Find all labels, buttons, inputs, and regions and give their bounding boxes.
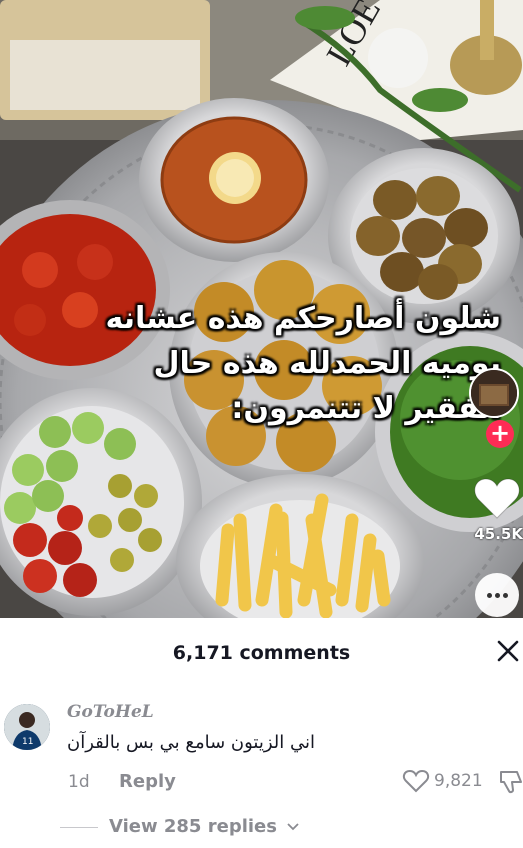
svg-text:11: 11 [22,737,33,747]
chevron-down-icon [287,823,299,831]
heart-icon[interactable] [473,476,521,520]
comments-sheet: 6,171 comments 11 GoToHeL اني الزيتون سا… [0,618,523,848]
video-caption-overlay: شلون أصارحكم هذه عشانه يوميه الحمدلله هذ… [11,296,501,431]
dislike-icon[interactable] [497,768,523,796]
caption-line: يوميه الحمدلله هذه حال [153,346,502,381]
view-replies-button[interactable]: View 285 replies [109,816,299,837]
creator-avatar[interactable] [469,368,519,418]
tiktok-screen: LOEW شلون أصارحكم هذه عشانه يوميه الحمدل… [0,0,523,848]
action-rail: + 45.5K [463,0,523,618]
more-icon[interactable] [475,573,519,617]
comment-time: 1d [68,772,90,792]
video-player[interactable]: LOEW شلون أصارحكم هذه عشانه يوميه الحمدل… [0,0,523,618]
replies-divider [60,827,98,828]
comment-text: اني الزيتون سامع بي بس بالقرآن [67,732,315,753]
commenter-avatar-image: 11 [4,704,50,750]
like-count: 45.5K [474,525,523,543]
creator-avatar-image [471,370,517,416]
reply-button[interactable]: Reply [119,771,176,792]
comments-count-title: 6,171 comments [172,642,351,664]
view-replies-label: View 285 replies [109,816,277,837]
follow-button[interactable]: + [486,420,514,448]
commenter-avatar[interactable]: 11 [4,704,50,750]
caption-line: الفقير لا تتنمرون: [231,391,501,426]
caption-line: شلون أصارحكم هذه عشانه [105,301,501,336]
comment-heart-icon[interactable] [402,768,430,794]
close-icon[interactable] [495,638,521,664]
comment-like-count: 9,821 [434,771,483,791]
comment-username[interactable]: GoToHeL [67,702,154,722]
